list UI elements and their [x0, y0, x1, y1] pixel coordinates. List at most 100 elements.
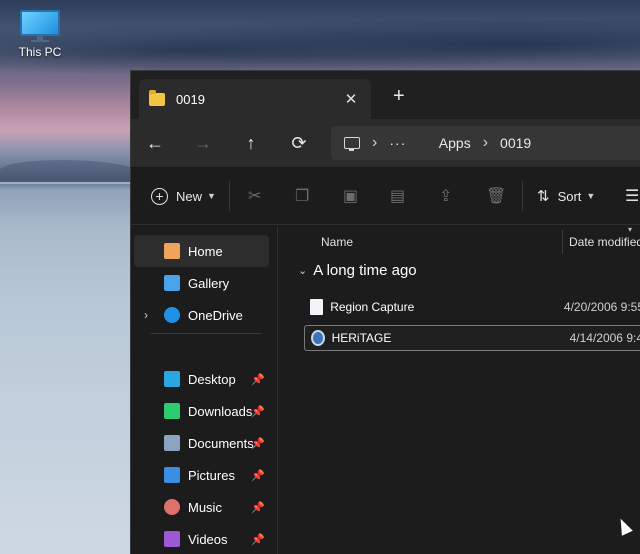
sidebar-item-home[interactable]: Home	[134, 235, 269, 267]
videos-icon	[164, 531, 180, 547]
desktop-icon	[164, 371, 180, 387]
chevron-right-icon[interactable]: ›	[144, 308, 148, 322]
clipboard-icon: ▣	[343, 188, 359, 205]
sidebar-item-music[interactable]: Music 📌	[134, 491, 269, 523]
view-lines-icon: ☰	[625, 188, 640, 205]
sort-icon: ⇅	[537, 188, 550, 205]
file-name: HERiTAGE	[331, 331, 392, 345]
sidebar-divider	[151, 333, 261, 334]
column-header-name[interactable]: Name	[321, 235, 353, 249]
paste-button[interactable]: ▣	[343, 167, 358, 225]
tab-0019[interactable]: 0019 ✕	[139, 79, 371, 119]
sidebar-item-label: Pictures	[188, 467, 235, 483]
new-button[interactable]: + New ▼	[151, 167, 216, 225]
forward-button[interactable]: →	[179, 133, 227, 154]
column-header-date[interactable]: Date modified	[569, 235, 640, 249]
this-pc-icon	[20, 10, 60, 42]
view-button[interactable]: ☰	[625, 167, 639, 225]
scissors-icon: ✂	[248, 188, 262, 205]
pin-icon: 📌	[251, 533, 265, 546]
file-date: 4/14/2006 9:4	[569, 331, 640, 345]
file-row[interactable]: HERiTAGE 4/14/2006 9:4	[304, 325, 640, 351]
downloads-icon	[164, 403, 180, 419]
address-bar[interactable]: › ··· Apps › 0019	[331, 126, 640, 160]
sidebar-item-label: Music	[188, 499, 222, 515]
sidebar-item-label: Gallery	[188, 275, 230, 291]
toolbar-divider	[522, 181, 523, 211]
pin-icon: 📌	[251, 405, 265, 418]
file-date: 4/20/2006 9:55	[563, 300, 640, 314]
breadcrumb-apps[interactable]: Apps	[439, 135, 471, 151]
this-pc-icon	[344, 137, 360, 151]
pin-icon: 📌	[251, 437, 265, 450]
rename-icon: ▤	[390, 188, 406, 205]
sidebar-item-downloads[interactable]: Downloads 📌	[134, 395, 269, 427]
breadcrumb-0019[interactable]: 0019	[500, 135, 531, 151]
sidebar-item-label: OneDrive	[188, 307, 243, 323]
breadcrumb-separator: ›	[372, 134, 378, 151]
toolbar-divider	[229, 181, 230, 211]
sort-label: Sort	[557, 188, 582, 204]
plus-icon: +	[151, 187, 168, 205]
trash-icon: 🗑	[486, 188, 507, 205]
chevron-down-icon: ▼	[586, 191, 596, 201]
sidebar-item-desktop[interactable]: Desktop 📌	[134, 363, 269, 395]
sidebar-item-onedrive[interactable]: › OneDrive	[134, 299, 269, 331]
documents-icon	[164, 435, 180, 451]
new-tab-button[interactable]: +	[393, 85, 405, 108]
share-icon: ⇪	[439, 188, 453, 205]
navigation-pane: Home Gallery › OneDrive Desktop 📌 Downlo…	[131, 226, 277, 554]
onedrive-icon	[164, 307, 180, 323]
group-label: A long time ago	[313, 262, 417, 279]
cut-button[interactable]: ✂	[248, 167, 261, 225]
column-headers: Name ▾ Date modified	[278, 225, 640, 258]
wallpaper-horizon	[0, 182, 140, 184]
desktop-icon-this-pc[interactable]: This PC	[14, 10, 66, 59]
sort-button[interactable]: ⇅ Sort ▼	[537, 167, 595, 225]
pin-icon: 📌	[251, 373, 265, 386]
breadcrumb-separator: ›	[482, 134, 489, 151]
sidebar-item-gallery[interactable]: Gallery	[134, 267, 269, 299]
navigation-bar: ← → ↑ ⟳ › ··· Apps › 0019	[131, 119, 640, 167]
sidebar-item-label: Videos	[188, 531, 228, 547]
back-button[interactable]: ←	[131, 133, 179, 154]
pin-icon: 📌	[251, 469, 265, 482]
column-divider[interactable]	[562, 230, 563, 254]
sidebar-item-pictures[interactable]: Pictures 📌	[134, 459, 269, 491]
rename-button[interactable]: ▤	[390, 167, 405, 225]
tab-bar: 0019 ✕ +	[131, 71, 640, 119]
sidebar-item-documents[interactable]: Documents 📌	[134, 427, 269, 459]
close-tab-icon[interactable]: ✕	[341, 90, 361, 108]
home-icon	[164, 243, 180, 259]
file-list: Name ▾ Date modified ⌄ A long time ago R…	[278, 225, 640, 554]
chevron-down-icon: ⌄	[298, 265, 308, 277]
delete-button[interactable]: 🗑	[486, 167, 506, 225]
file-name: Region Capture	[330, 300, 415, 314]
tab-title: 0019	[176, 91, 205, 107]
gallery-icon	[164, 275, 180, 291]
file-explorer-window: 0019 ✕ + ← → ↑ ⟳ › ··· Apps › 0019 + New…	[130, 70, 640, 554]
breadcrumb-separator	[422, 134, 426, 152]
wallpaper-mountains	[0, 160, 140, 184]
pin-icon: 📌	[251, 501, 265, 514]
command-bar: + New ▼ ✂ ❐ ▣ ▤ ⇪ 🗑 ⇅ Sort ▼ ☰	[131, 167, 640, 225]
sidebar-item-label: Home	[188, 243, 223, 259]
sort-indicator-icon: ▾	[628, 225, 633, 234]
document-icon	[310, 299, 324, 315]
copy-button[interactable]: ❐	[295, 167, 309, 225]
file-row[interactable]: Region Capture 4/20/2006 9:55	[304, 294, 640, 320]
app-icon	[311, 330, 325, 346]
new-label: New	[176, 188, 203, 204]
share-button[interactable]: ⇪	[439, 167, 452, 225]
group-header[interactable]: ⌄ A long time ago	[298, 262, 417, 279]
copy-icon: ❐	[295, 188, 310, 205]
up-button[interactable]: ↑	[227, 133, 275, 154]
refresh-button[interactable]: ⟳	[275, 133, 323, 154]
sidebar-item-label: Downloads	[188, 403, 253, 419]
desktop-icon-label: This PC	[18, 45, 62, 59]
sidebar-item-videos[interactable]: Videos 📌	[134, 523, 269, 554]
music-icon	[164, 499, 180, 515]
breadcrumb-overflow[interactable]: ···	[389, 135, 406, 151]
folder-icon	[149, 89, 165, 106]
chevron-down-icon: ▼	[207, 191, 216, 201]
